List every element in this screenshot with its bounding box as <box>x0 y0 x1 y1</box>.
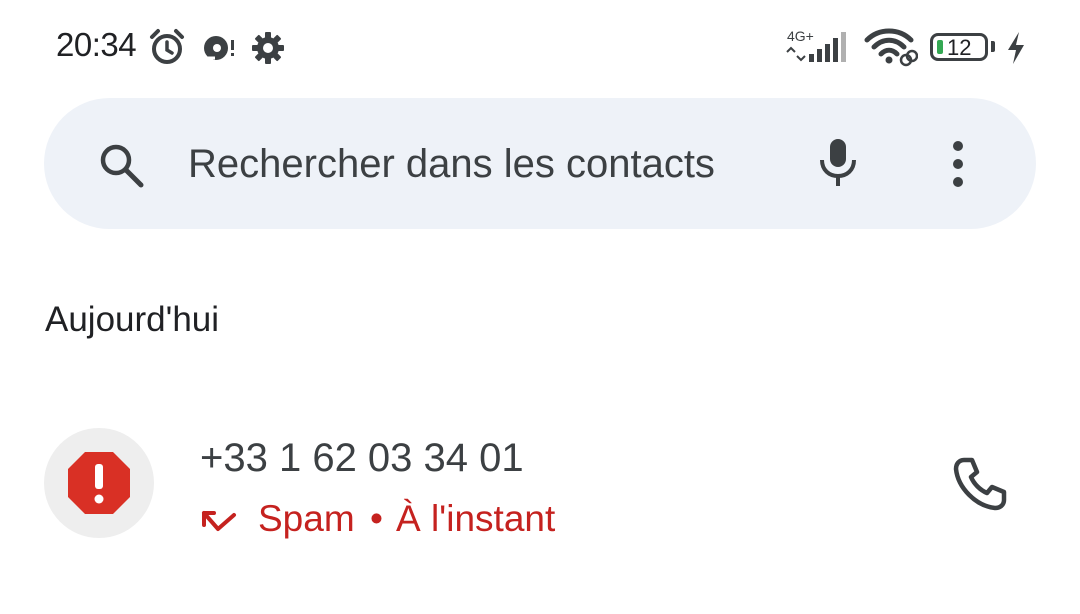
alarm-icon <box>146 26 188 73</box>
call-separator: • <box>370 498 383 539</box>
notification-icon <box>201 30 237 71</box>
status-time: 20:34 <box>56 26 137 63</box>
call-label: Spam <box>258 498 355 539</box>
battery-icon: 12 <box>930 33 988 61</box>
charging-icon <box>1004 30 1028 71</box>
spam-warning-icon <box>66 450 132 521</box>
battery-level: 12 <box>947 35 972 60</box>
call-time: À l'instant <box>396 498 556 539</box>
search-bar[interactable]: Rechercher dans les contacts <box>44 98 1036 229</box>
more-vert-icon[interactable] <box>950 140 966 193</box>
avatar[interactable] <box>44 428 154 538</box>
search-icon[interactable] <box>96 140 146 195</box>
search-input[interactable]: Rechercher dans les contacts <box>188 142 715 187</box>
wifi-icon <box>864 28 919 73</box>
phone-icon[interactable] <box>950 454 1010 519</box>
battery-fill <box>937 40 943 54</box>
missed-call-icon <box>200 506 240 548</box>
battery-tip <box>991 41 995 52</box>
settings-icon <box>250 30 286 71</box>
mic-icon[interactable] <box>814 136 862 195</box>
caller-number: +33 1 62 03 34 01 <box>200 436 524 480</box>
call-log-item[interactable]: +33 1 62 03 34 01 Spam • À l'instant <box>0 420 1080 552</box>
section-header-today: Aujourd'hui <box>45 300 220 339</box>
status-bar: 20:34 4G+ 12 <box>0 0 1080 96</box>
signal-icon <box>785 30 855 69</box>
